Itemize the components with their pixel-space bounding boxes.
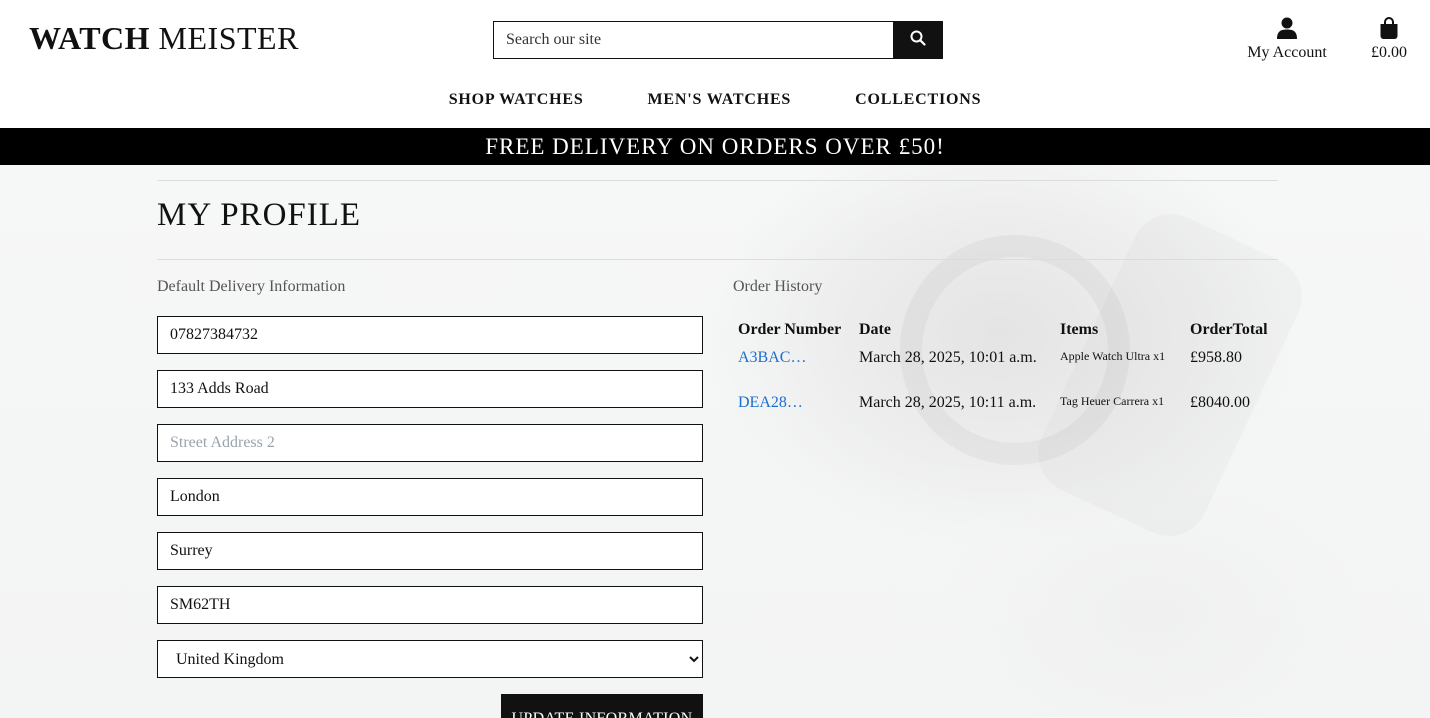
table-row: A3BAC… March 28, 2025, 10:01 a.m. Apple … — [733, 343, 1273, 388]
divider-title — [157, 259, 1278, 260]
delivery-banner: FREE DELIVERY ON ORDERS OVER £50! — [0, 128, 1430, 165]
county-field[interactable] — [157, 532, 703, 570]
order-total: £8040.00 — [1190, 394, 1250, 411]
nav-mens-watches[interactable]: MEN'S WATCHES — [648, 90, 792, 110]
order-number-link[interactable]: DEA28… — [738, 394, 803, 411]
order-history-table: Order Number Date Items OrderTotal A3BAC… — [733, 317, 1273, 433]
user-icon — [1240, 15, 1334, 39]
site-header: WATCH MEISTER My Account £0.00 SHOP WATC… — [0, 0, 1430, 128]
order-history-label: Order History — [733, 278, 823, 295]
column-header-items: Items — [1060, 321, 1099, 338]
column-header-date: Date — [859, 321, 891, 338]
search-bar — [493, 21, 943, 59]
order-date: March 28, 2025, 10:01 a.m. — [859, 349, 1037, 366]
order-number-link[interactable]: A3BAC… — [738, 349, 806, 366]
postcode-field[interactable] — [157, 586, 703, 624]
logo-text-rest: MEISTER — [158, 20, 299, 56]
divider-top — [157, 180, 1278, 181]
search-input[interactable] — [493, 21, 893, 59]
delivery-info-label: Default Delivery Information — [157, 278, 346, 295]
my-account-link[interactable]: My Account — [1240, 15, 1334, 62]
search-button[interactable] — [893, 21, 943, 59]
profile-page: MY PROFILE Default Delivery Information … — [0, 165, 1430, 718]
town-city-field[interactable] — [157, 478, 703, 516]
main-nav: SHOP WATCHES MEN'S WATCHES COLLECTIONS — [0, 90, 1430, 110]
page-title: MY PROFILE — [157, 197, 362, 233]
shopping-bag-link[interactable]: £0.00 — [1364, 15, 1414, 62]
table-header-row: Order Number Date Items OrderTotal — [733, 317, 1273, 343]
shopping-bag-icon — [1364, 15, 1414, 39]
site-logo[interactable]: WATCH MEISTER — [29, 20, 299, 57]
nav-shop-watches[interactable]: SHOP WATCHES — [449, 90, 584, 110]
bag-total: £0.00 — [1371, 44, 1407, 61]
country-select[interactable]: United Kingdom — [157, 640, 703, 678]
street-address-2-field[interactable] — [157, 424, 703, 462]
order-date: March 28, 2025, 10:11 a.m. — [859, 394, 1037, 411]
order-total: £958.80 — [1190, 349, 1242, 366]
table-row: DEA28… March 28, 2025, 10:11 a.m. Tag He… — [733, 388, 1273, 433]
order-items: Apple Watch Ultra x1 — [1060, 349, 1166, 363]
my-account-label: My Account — [1247, 44, 1327, 61]
update-information-button[interactable]: UPDATE INFORMATION — [501, 694, 703, 718]
nav-collections[interactable]: COLLECTIONS — [855, 90, 981, 110]
column-header-order-total: OrderTotal — [1190, 321, 1268, 338]
order-items: Tag Heuer Carrera x1 — [1060, 394, 1165, 408]
logo-text-bold: WATCH — [29, 20, 151, 56]
column-header-order-number: Order Number — [738, 321, 842, 338]
search-icon — [910, 30, 926, 51]
phone-number-field[interactable] — [157, 316, 703, 354]
street-address-1-field[interactable] — [157, 370, 703, 408]
